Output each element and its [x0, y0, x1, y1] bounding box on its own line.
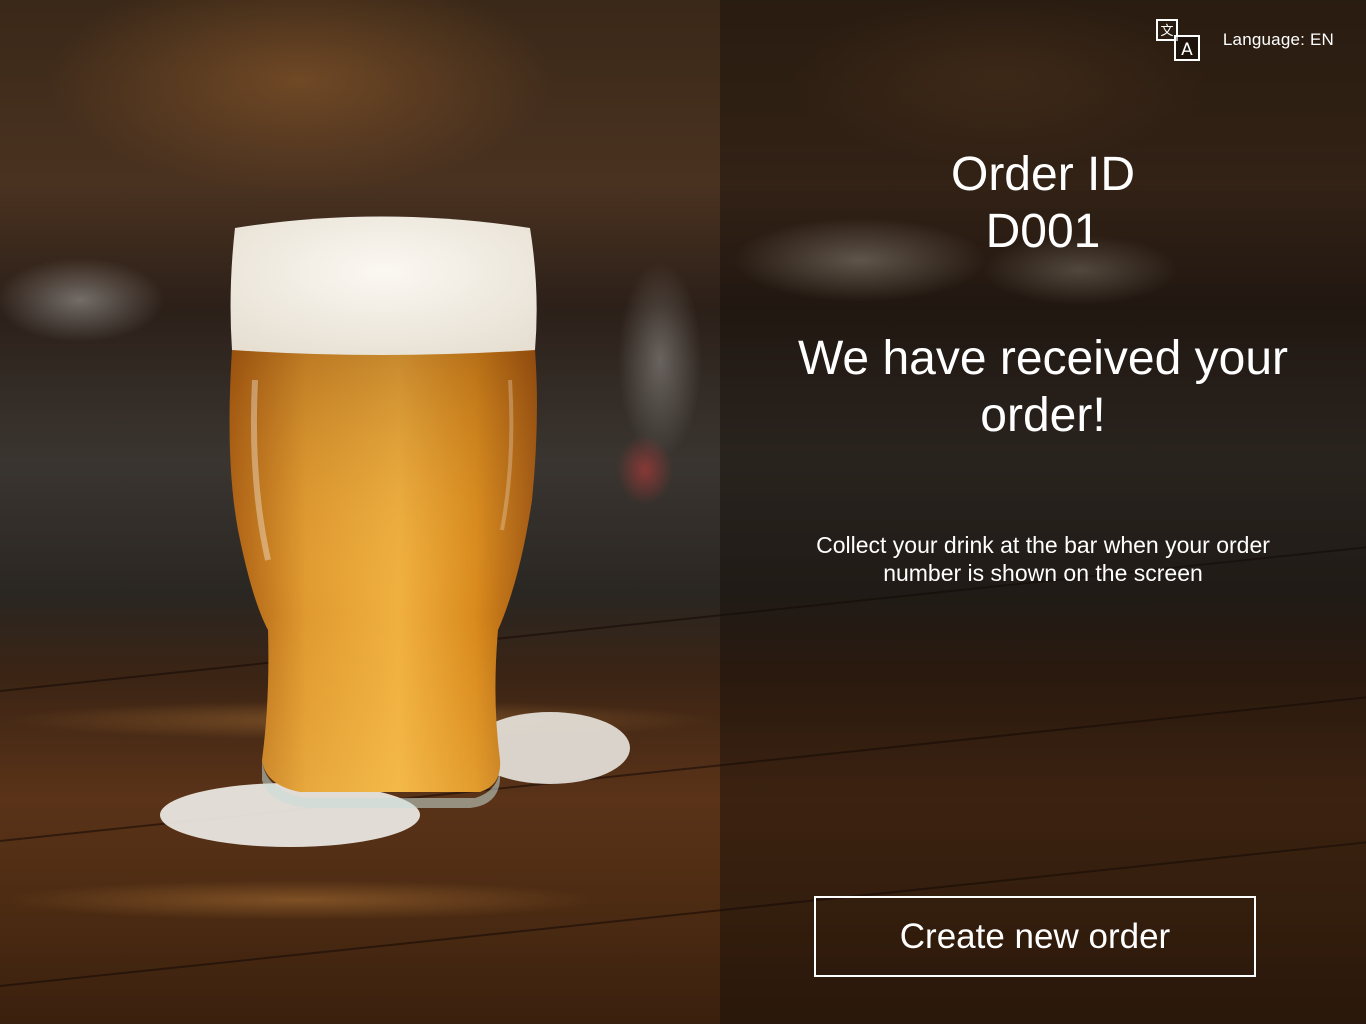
order-confirmation-screen: 文 A Language: EN Order ID D001 We have r…	[0, 0, 1366, 1024]
svg-text:A: A	[1181, 40, 1193, 60]
order-status-panel: 文 A Language: EN Order ID D001 We have r…	[720, 0, 1366, 1024]
svg-text:文: 文	[1160, 24, 1173, 39]
wood-highlight	[0, 880, 600, 920]
order-id-label: Order ID	[950, 148, 1136, 201]
order-id-value: D001	[985, 205, 1101, 258]
order-id-block: Order ID D001	[720, 146, 1366, 260]
collect-instructions: Collect your drink at the bar when your …	[816, 532, 1270, 586]
beer-glass-image	[160, 216, 630, 847]
translate-icon: 文 A	[1155, 19, 1200, 61]
create-new-order-button[interactable]: Create new order	[814, 896, 1256, 977]
order-received-heading: We have received your order!	[797, 332, 1289, 442]
language-selector[interactable]: 文 A Language: EN	[1155, 18, 1334, 62]
language-label: Language: EN	[1222, 30, 1334, 49]
